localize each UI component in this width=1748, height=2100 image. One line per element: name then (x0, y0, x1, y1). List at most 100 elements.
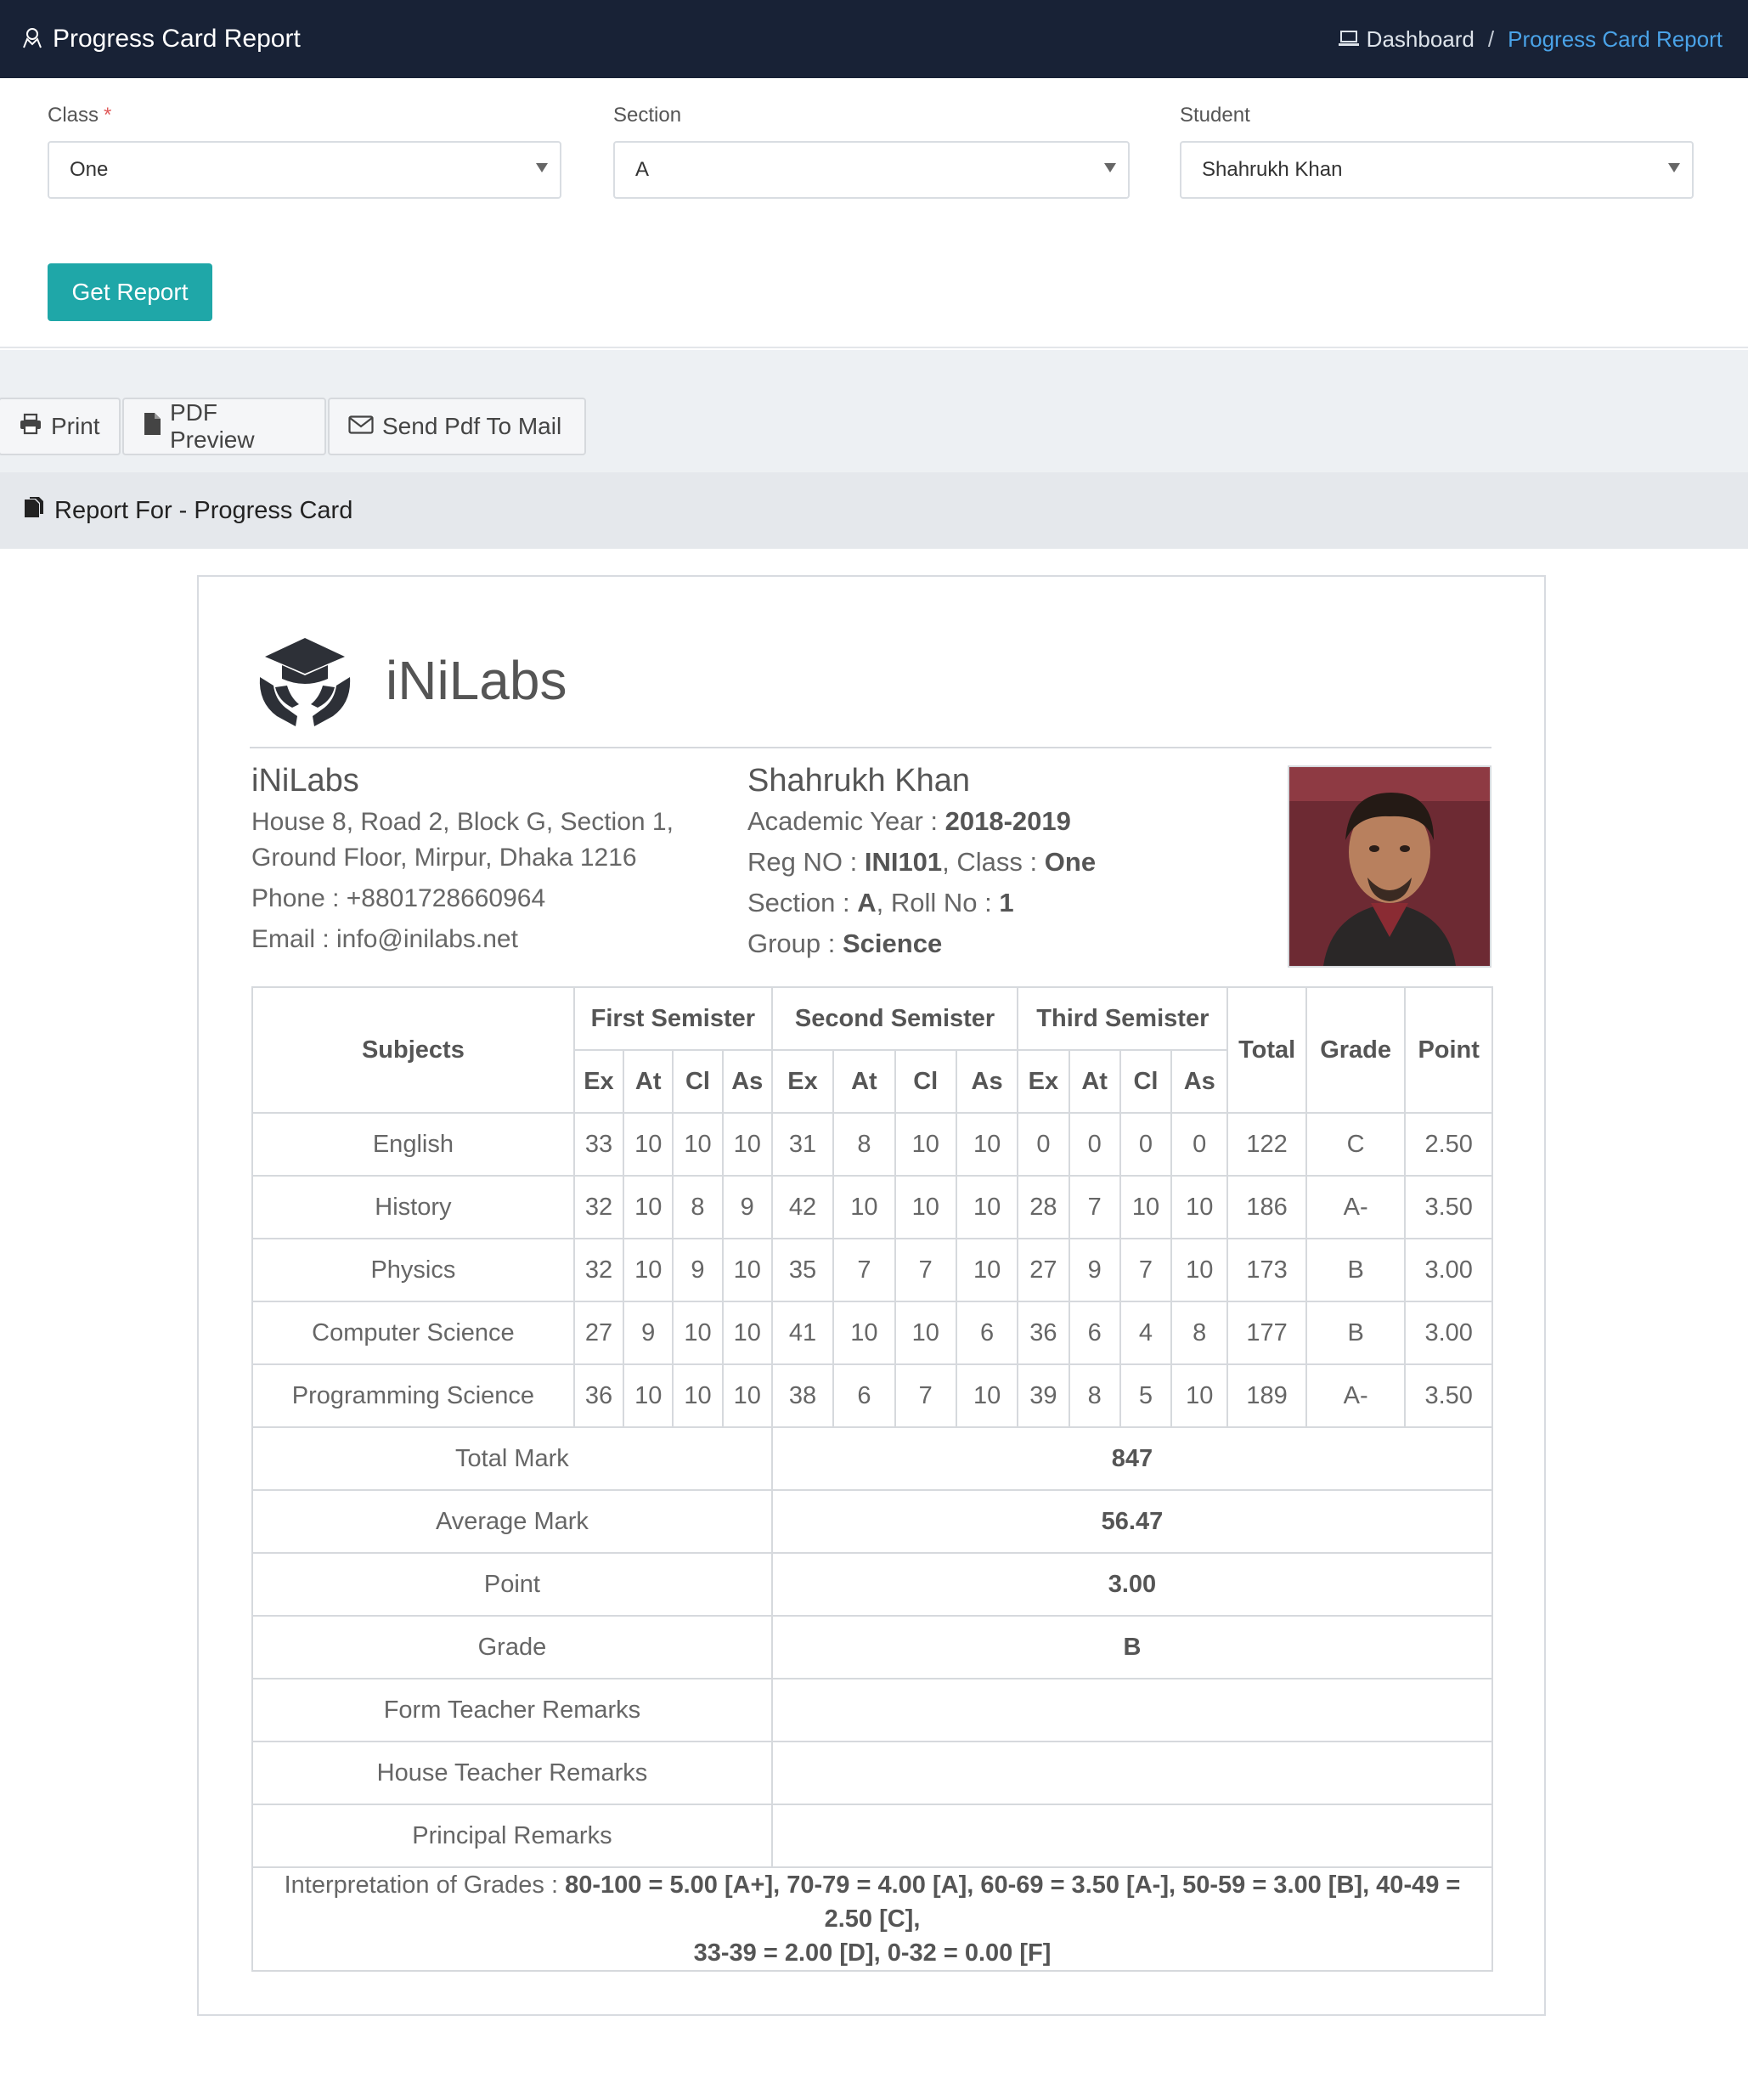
mark-cell: 7 (894, 1238, 957, 1302)
summary-row-principal-remarks: Principal Remarks (251, 1804, 1494, 1868)
reg-class: Reg NO : INI101, Class : One (747, 847, 1097, 877)
second-semester-header: Second Semister (770, 986, 1019, 1051)
section-select[interactable]: A (613, 141, 1130, 199)
first-semester-header: First Semister (572, 986, 773, 1051)
mark-cell: 10 (623, 1238, 674, 1302)
mark-cell: 10 (894, 1301, 957, 1365)
mark-cell: 10 (955, 1238, 1019, 1302)
sub-header-as: As (721, 1049, 773, 1114)
table-row: History 32 10 8 9 42 10 10 10 28 7 10 10… (251, 1175, 1493, 1239)
mark-cell: 0 (1068, 1112, 1121, 1177)
marks-table-body: English 33 10 10 10 31 8 10 10 0 0 0 0 1… (251, 1112, 1494, 1972)
page-title: Progress Card Report (53, 25, 301, 53)
send-pdf-mail-button[interactable]: Send Pdf To Mail (328, 398, 586, 455)
mark-cell: 42 (770, 1175, 835, 1239)
mark-cell: 10 (955, 1363, 1019, 1428)
progress-card-icon (20, 25, 44, 54)
mark-cell: 38 (770, 1363, 835, 1428)
summary-label: Point (251, 1552, 773, 1617)
summary-value: 3.00 (770, 1552, 1494, 1617)
summary-value (770, 1741, 1494, 1805)
mark-cell: 28 (1017, 1175, 1070, 1239)
mark-cell: 10 (623, 1363, 674, 1428)
pdf-preview-button[interactable]: PDF Preview (122, 398, 326, 455)
mark-cell: 27 (1017, 1238, 1070, 1302)
mark-cell: 6 (1068, 1301, 1121, 1365)
mark-cell: 5 (1119, 1363, 1173, 1428)
sub-header-cl: Cl (894, 1049, 957, 1114)
table-row: Physics 32 10 9 10 35 7 7 10 27 9 7 10 1… (251, 1238, 1493, 1302)
interpretation-line-2: 33-39 = 2.00 [D], 0-32 = 0.00 [F] (693, 1939, 1052, 1967)
sub-header-ex: Ex (1017, 1049, 1070, 1114)
sub-header-as: As (1170, 1049, 1229, 1114)
school-name: iNiLabs (251, 763, 359, 799)
student-info: Shahrukh Khan Academic Year : 2018-2019 … (747, 760, 1257, 964)
breadcrumb-dashboard[interactable]: Dashboard (1338, 26, 1475, 53)
grade-interpretation: Interpretation of Grades : 80-100 = 5.00… (251, 1866, 1493, 1972)
mark-cell: 10 (623, 1112, 674, 1177)
student-select[interactable]: Shahrukh Khan (1180, 141, 1694, 199)
student-name: Shahrukh Khan (747, 763, 970, 799)
sub-header-ex: Ex (770, 1049, 835, 1114)
mark-cell: 10 (623, 1175, 674, 1239)
mark-cell: 10 (832, 1175, 896, 1239)
mark-cell: 10 (672, 1112, 724, 1177)
mark-cell: 10 (721, 1301, 773, 1365)
student-label: Student (1180, 104, 1250, 127)
get-report-button[interactable]: Get Report (48, 263, 212, 321)
required-marker: * (104, 104, 112, 127)
grade-cell: B (1305, 1238, 1407, 1302)
point-cell: 2.50 (1404, 1112, 1493, 1177)
summary-row-form-teacher-remarks: Form Teacher Remarks (251, 1678, 1494, 1742)
sub-header-ex: Ex (572, 1049, 625, 1114)
mark-cell: 10 (832, 1301, 896, 1365)
class-select[interactable]: One (48, 141, 561, 199)
point-cell: 3.50 (1404, 1175, 1493, 1239)
point-cell: 3.00 (1404, 1301, 1493, 1365)
mark-cell: 0 (1017, 1112, 1070, 1177)
mark-cell: 8 (1068, 1363, 1121, 1428)
interpretation-line-1: 80-100 = 5.00 [A+], 70-79 = 4.00 [A], 60… (565, 1871, 1461, 1933)
school-phone: Phone : +8801728660964 (251, 884, 546, 912)
school-address-line-2: Ground Floor, Mirpur, Dhaka 1216 (251, 844, 637, 872)
mark-cell: 8 (672, 1175, 724, 1239)
header-divider (250, 747, 1491, 748)
section-roll: Section : A, Roll No : 1 (747, 888, 1014, 917)
grade-cell: A- (1305, 1175, 1407, 1239)
summary-value: 847 (770, 1426, 1494, 1491)
mark-cell: 10 (894, 1175, 957, 1239)
total-cell: 122 (1226, 1112, 1307, 1177)
print-button[interactable]: Print (0, 398, 121, 455)
mark-cell: 35 (770, 1238, 835, 1302)
graduation-cap-hands-icon (257, 635, 353, 730)
mark-cell: 32 (572, 1238, 625, 1302)
subject-name: English (251, 1112, 575, 1177)
student-photo (1288, 765, 1491, 968)
total-header: Total (1226, 986, 1307, 1114)
mark-cell: 10 (1170, 1175, 1229, 1239)
class-select-value: One (70, 158, 109, 181)
mark-cell: 10 (1119, 1175, 1173, 1239)
report-heading: Report For - Progress Card (54, 496, 353, 524)
mark-cell: 27 (572, 1301, 625, 1365)
summary-value (770, 1678, 1494, 1742)
academic-year: Academic Year : 2018-2019 (747, 806, 1071, 836)
summary-label: Total Mark (251, 1426, 773, 1491)
breadcrumb-current[interactable]: Progress Card Report (1508, 26, 1723, 53)
class-field: Class * One (48, 104, 561, 199)
summary-label: Grade (251, 1615, 773, 1679)
point-cell: 3.50 (1404, 1363, 1493, 1428)
summary-row-average-mark: Average Mark 56.47 (251, 1489, 1494, 1554)
third-semester-header: Third Semister (1017, 986, 1229, 1051)
summary-row-house-teacher-remarks: House Teacher Remarks (251, 1741, 1494, 1805)
mark-cell: 31 (770, 1112, 835, 1177)
mark-cell: 10 (1170, 1238, 1229, 1302)
copy-icon (22, 495, 46, 526)
summary-label: Form Teacher Remarks (251, 1678, 773, 1742)
mark-cell: 32 (572, 1175, 625, 1239)
total-cell: 186 (1226, 1175, 1307, 1239)
grade-cell: A- (1305, 1363, 1407, 1428)
laptop-icon (1338, 26, 1360, 53)
summary-label: Principal Remarks (251, 1804, 773, 1868)
progress-card: iNiLabs iNiLabs House 8, Road 2, Block G… (197, 575, 1546, 2016)
